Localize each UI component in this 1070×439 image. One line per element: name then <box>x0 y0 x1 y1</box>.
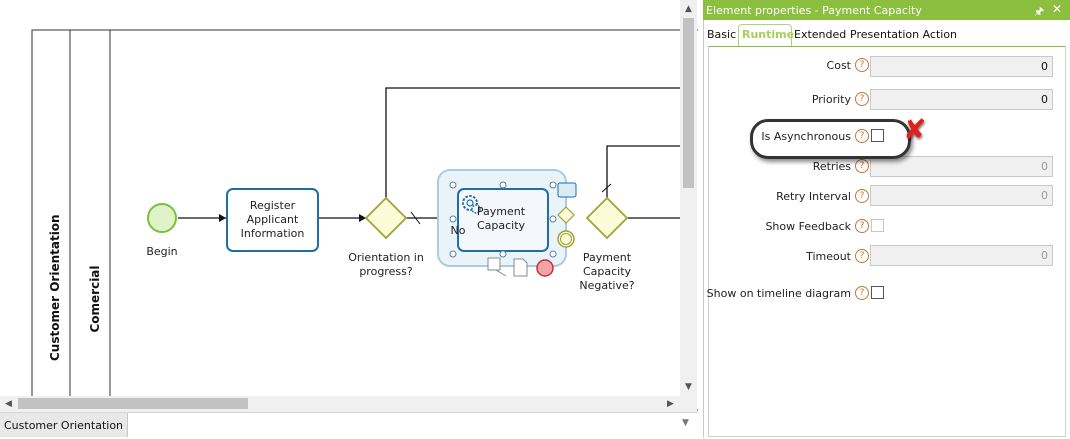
scroll-up-icon[interactable]: ▲ <box>680 3 697 15</box>
task1-label-line: Applicant <box>246 213 299 226</box>
start-event[interactable] <box>147 203 177 233</box>
append-end-event-icon[interactable] <box>536 259 554 277</box>
show-on-timeline-checkbox[interactable] <box>871 286 884 299</box>
help-icon[interactable]: ? <box>855 286 869 300</box>
timeout-label: Timeout <box>806 250 851 263</box>
scroll-down-icon[interactable]: ▼ <box>680 381 697 393</box>
tab-list-dropdown-icon[interactable]: ▼ <box>682 418 689 428</box>
scroll-right-icon[interactable]: ▶ <box>662 398 679 410</box>
diagram-svg[interactable] <box>0 0 698 412</box>
pool-label: Customer Orientation <box>48 214 62 361</box>
connect-icon[interactable] <box>487 257 501 271</box>
gateway1-label-line: progress? <box>359 265 413 278</box>
highlight-callout <box>750 119 911 159</box>
help-icon[interactable]: ? <box>855 219 869 233</box>
horizontal-scroll-thumb[interactable] <box>18 398 248 409</box>
vertical-scroll-thumb[interactable] <box>683 18 694 188</box>
connect-icon-line <box>495 269 507 277</box>
help-icon[interactable]: ? <box>855 58 869 72</box>
help-icon[interactable]: ? <box>855 159 869 173</box>
scroll-left-icon[interactable]: ◀ <box>0 398 17 410</box>
red-x-icon: ✘ <box>903 113 927 146</box>
gateway1-label: Orientation in progress? <box>346 251 426 279</box>
start-event-label: Begin <box>146 245 178 258</box>
task1-label-line: Register <box>249 199 296 212</box>
priority-field: 0 <box>870 89 1053 110</box>
task2-label: Payment Capacity <box>470 205 532 233</box>
gateway1-label-line: Orientation in <box>348 251 424 264</box>
help-icon[interactable]: ? <box>855 249 869 263</box>
task2-label-line: Payment <box>476 205 526 218</box>
priority-label: Priority <box>811 93 851 106</box>
gateway2-label-line: Payment <box>582 251 632 264</box>
task1-label: Register Applicant Information <box>228 199 317 241</box>
show-feedback-label: Show Feedback <box>765 220 851 233</box>
resize-handle[interactable] <box>449 215 457 223</box>
show-on-timeline-label: Show on timeline diagram <box>706 287 851 300</box>
retries-field: 0 <box>870 156 1053 177</box>
gateway-orientation[interactable] <box>364 196 408 240</box>
tab-extended[interactable]: Extended <box>794 28 846 41</box>
resize-handle[interactable] <box>549 250 557 258</box>
gateway2-label-line: Capacity <box>582 265 632 278</box>
task1-label-line: Information <box>240 227 305 240</box>
retries-label: Retries <box>812 160 851 173</box>
resize-handle[interactable] <box>549 181 557 189</box>
flow-arrowhead <box>219 214 226 222</box>
help-icon[interactable]: ? <box>855 189 869 203</box>
resize-handle[interactable] <box>549 215 557 223</box>
diagram-canvas[interactable]: Customer Orientation Comercial Begin Reg… <box>0 0 698 412</box>
resize-handle[interactable] <box>499 181 507 189</box>
tab-presentation-action[interactable]: Presentation Action <box>850 28 957 41</box>
task2-label-line: Capacity <box>476 219 526 232</box>
lane-label: Comercial <box>88 265 102 333</box>
resize-handle[interactable] <box>449 181 457 189</box>
resize-handle[interactable] <box>449 250 457 258</box>
help-icon[interactable]: ? <box>855 92 869 106</box>
cost-label: Cost <box>826 59 851 72</box>
resize-handle[interactable] <box>499 250 507 258</box>
pin-icon[interactable]: 🖈 <box>1034 3 1044 22</box>
gateway-payment-negative[interactable] <box>585 196 629 240</box>
show-feedback-checkbox <box>871 219 884 232</box>
tab-runtime[interactable]: Runtime <box>742 28 794 41</box>
flow-gateway2-up[interactable] <box>606 145 682 198</box>
append-annotation-icon[interactable] <box>513 258 528 277</box>
diagram-tab[interactable]: Customer Orientation <box>0 413 129 437</box>
retry-interval-field: 0 <box>870 185 1053 206</box>
retry-interval-label: Retry Interval <box>776 190 851 203</box>
cost-field: 0 <box>870 56 1053 77</box>
panel-title: Element properties - Payment Capacity <box>706 4 922 17</box>
tab-basic[interactable]: Basic <box>707 28 736 41</box>
gateway2-label: Payment Capacity Negative? <box>572 251 642 293</box>
append-task-icon[interactable] <box>557 182 577 198</box>
close-icon[interactable]: ✕ <box>1052 2 1062 16</box>
flow-label-no: No <box>450 224 466 237</box>
gateway2-label-line: Negative? <box>579 279 635 292</box>
timeout-field: 0 <box>870 245 1053 266</box>
